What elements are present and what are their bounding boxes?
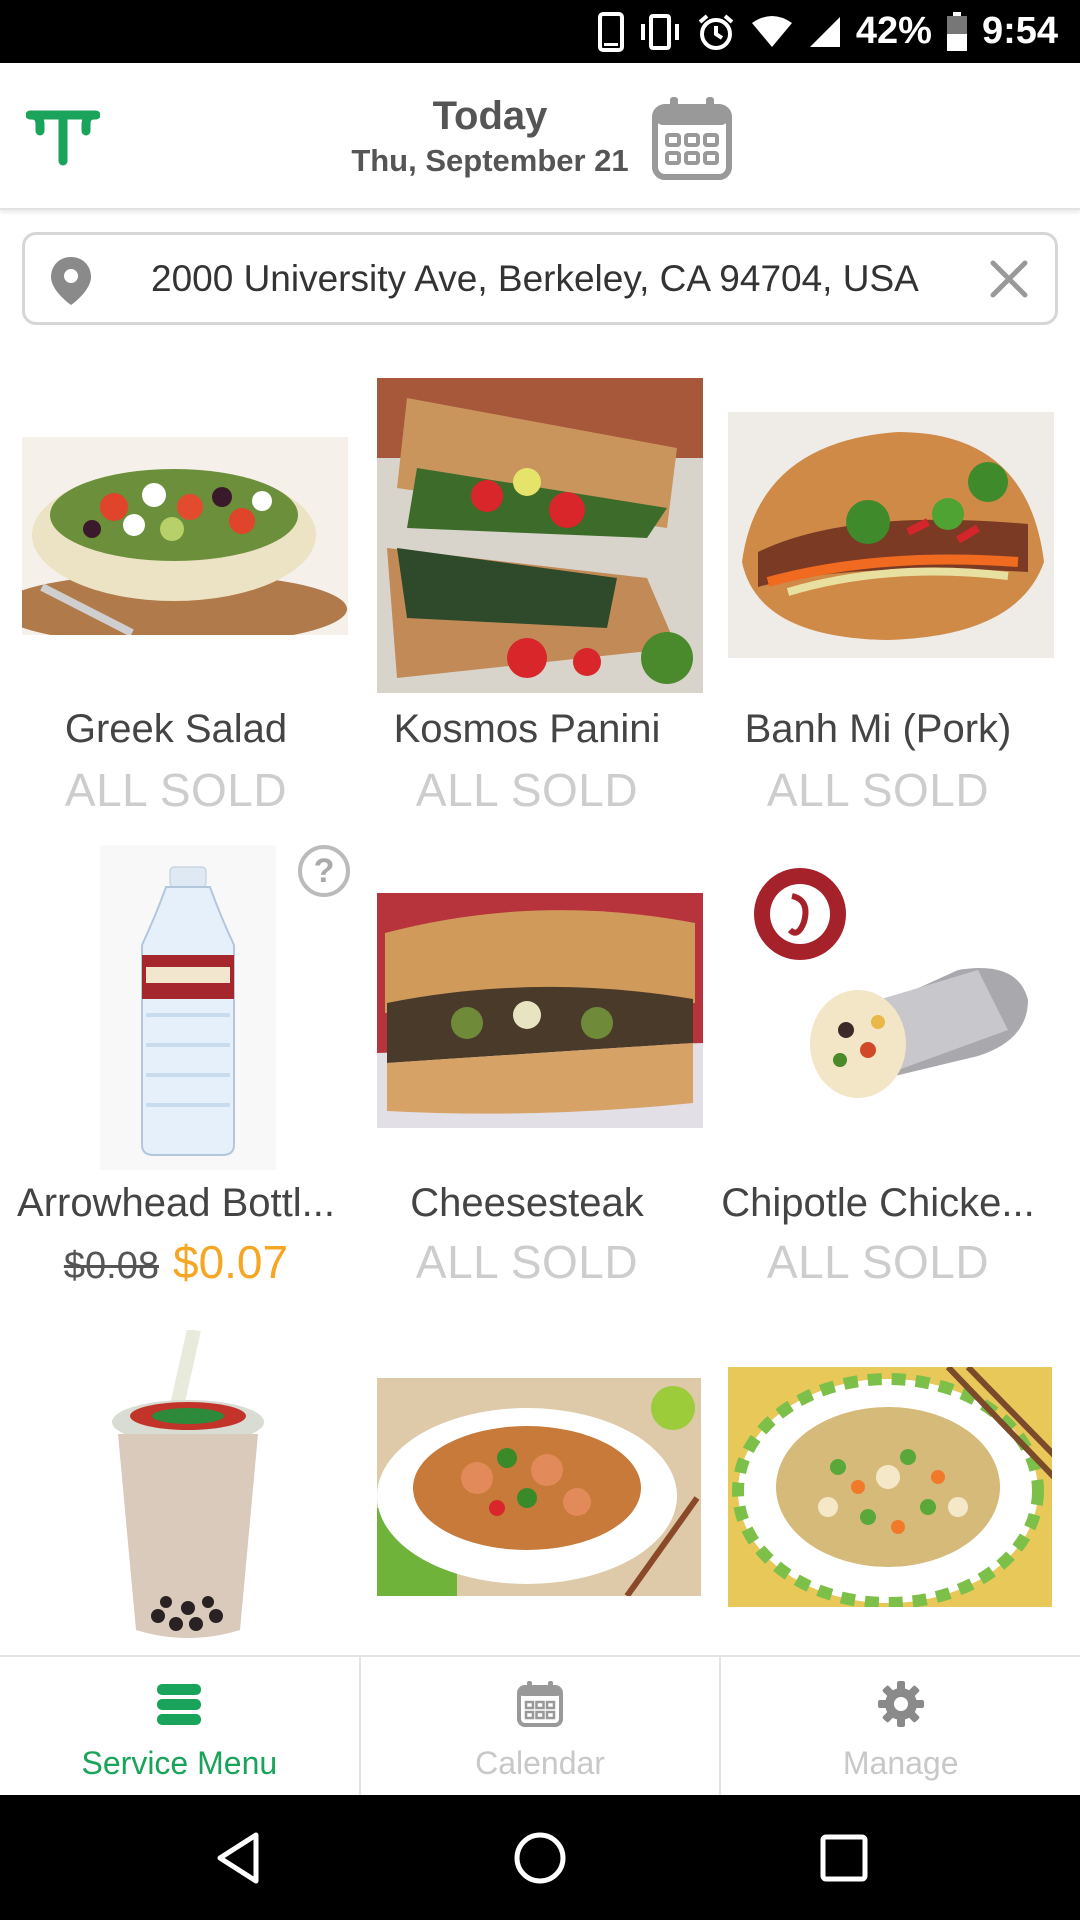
menu-item-fried-rice[interactable] xyxy=(702,1325,1052,1655)
help-icon[interactable]: ? xyxy=(298,845,350,897)
clear-address-icon[interactable] xyxy=(987,257,1031,301)
tab-service-menu[interactable]: Service Menu xyxy=(0,1657,361,1795)
sold-out-label: ALL SOLD xyxy=(766,764,990,816)
menu-item-greek-salad[interactable]: Greek Salad ALL SOLD xyxy=(0,355,350,825)
header-titles: Today Thu, September 21 xyxy=(300,93,680,179)
kosmos-panini-image[interactable] xyxy=(377,378,703,693)
item-name: Kosmos Panini xyxy=(393,707,661,751)
banh-mi-image[interactable] xyxy=(728,412,1054,658)
signal-icon xyxy=(808,15,842,49)
address-value[interactable]: 2000 University Ave, Berkeley, CA 94704,… xyxy=(151,235,919,322)
home-icon[interactable] xyxy=(511,1829,569,1887)
tab-label: Manage xyxy=(842,1745,959,1781)
gear-icon xyxy=(876,1679,926,1729)
menu-item-kosmos-panini[interactable]: Kosmos Panini ALL SOLD xyxy=(351,355,703,825)
app-logo-icon[interactable] xyxy=(25,109,101,167)
phone-icon xyxy=(597,11,624,52)
sold-out-label: ALL SOLD xyxy=(766,1236,990,1288)
recents-icon[interactable] xyxy=(815,1829,873,1887)
wifi-icon xyxy=(750,15,794,49)
tab-label: Service Menu xyxy=(81,1745,278,1781)
pad-thai-image[interactable] xyxy=(377,1378,701,1598)
header-date: Thu, September 21 xyxy=(351,143,629,178)
sale-price: $0.07 xyxy=(172,1236,289,1288)
menu-item-cheesesteak[interactable]: Cheesesteak ALL SOLD xyxy=(351,845,703,1315)
tab-label: Calendar xyxy=(475,1745,605,1781)
bottom-nav: Service Menu Calendar Manage xyxy=(0,1655,1080,1795)
arrowhead-bottle-image[interactable] xyxy=(100,845,276,1170)
original-price: $0.08 xyxy=(63,1245,159,1287)
sold-out-label: ALL SOLD xyxy=(415,1236,639,1288)
battery-icon xyxy=(946,11,968,52)
item-name: Arrowhead Bottl... xyxy=(17,1181,335,1225)
item-name: Chipotle Chicke... xyxy=(721,1181,1035,1225)
cheesesteak-image[interactable] xyxy=(377,893,703,1128)
calendar-icon xyxy=(515,1679,565,1729)
calendar-picker-button[interactable] xyxy=(650,93,734,183)
menu-item-boba-tea[interactable] xyxy=(0,1325,350,1655)
page-title: Today xyxy=(432,94,548,138)
item-name: Banh Mi (Pork) xyxy=(744,707,1012,751)
fried-rice-image[interactable] xyxy=(728,1364,1052,1609)
menu-item-chipotle-chicken[interactable]: Chipotle Chicke... ALL SOLD xyxy=(702,845,1054,1315)
boba-tea-image[interactable] xyxy=(100,1328,276,1646)
app-header: Today Thu, September 21 xyxy=(0,63,1080,210)
alarm-icon xyxy=(696,12,736,52)
greek-salad-image[interactable] xyxy=(0,437,348,645)
menu-item-pad-thai[interactable] xyxy=(351,1325,701,1655)
menu-stack-icon xyxy=(154,1679,204,1729)
address-field[interactable]: 2000 University Ave, Berkeley, CA 94704,… xyxy=(22,232,1058,325)
item-name: Greek Salad xyxy=(64,707,288,751)
sold-out-label: ALL SOLD xyxy=(64,764,288,816)
item-name: Cheesesteak xyxy=(410,1181,644,1225)
battery-percent: 42% xyxy=(855,10,932,52)
system-nav-bar xyxy=(0,1795,1080,1920)
vibrate-icon xyxy=(638,13,682,50)
price-row: $0.08 $0.07 xyxy=(0,1235,352,1289)
back-icon[interactable] xyxy=(210,1829,268,1887)
menu-item-banh-mi[interactable]: Banh Mi (Pork) ALL SOLD xyxy=(702,355,1054,825)
tab-calendar[interactable]: Calendar xyxy=(361,1657,722,1795)
clock-time: 9:54 xyxy=(981,10,1058,52)
sold-out-label: ALL SOLD xyxy=(415,764,639,816)
location-pin-icon xyxy=(49,255,93,307)
chipotle-burrito-image[interactable] xyxy=(728,860,1054,1128)
tab-manage[interactable]: Manage xyxy=(721,1657,1080,1795)
status-bar: 42% 9:54 xyxy=(0,0,1080,63)
menu-item-arrowhead-bottle[interactable]: ? Arrowhead Bottl... $0.08 $0.07 xyxy=(0,845,350,1315)
